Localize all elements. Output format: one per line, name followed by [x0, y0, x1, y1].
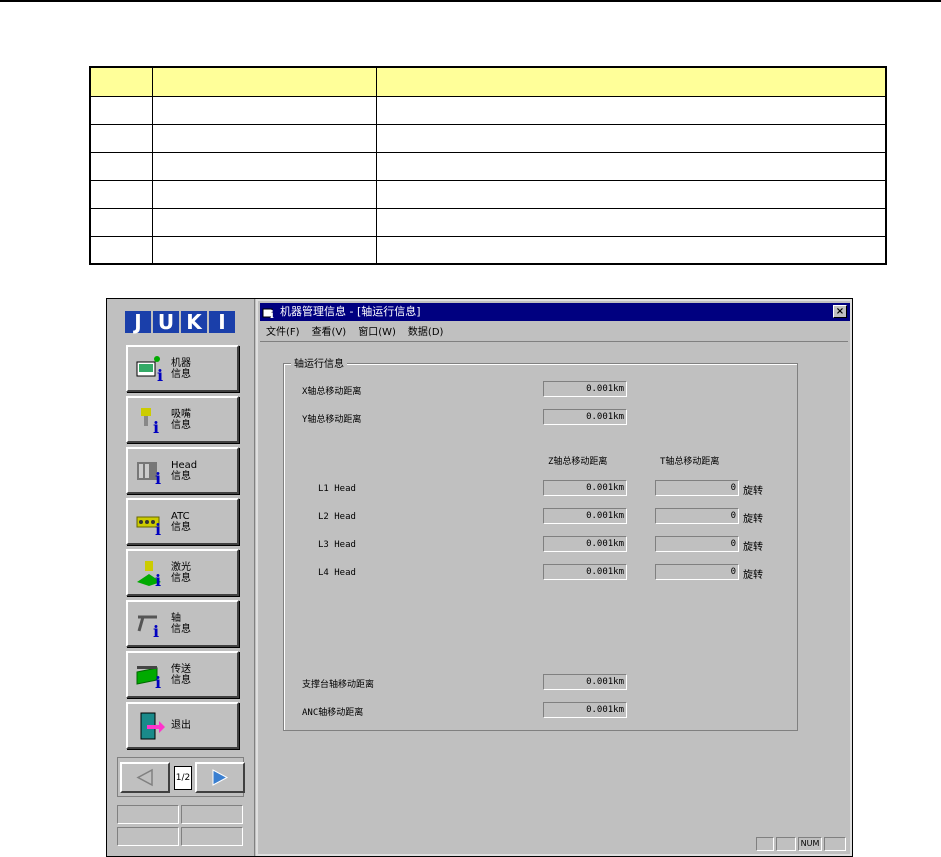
- z-axis-header: Z轴总移动距离: [548, 457, 608, 467]
- head-t-value: 0: [655, 564, 739, 580]
- head-label: L4 Head: [318, 568, 356, 578]
- main-window: i 机器管理信息 - [轴运行信息] × 文件(F) 查看(V) 窗口(W) 数…: [256, 299, 852, 856]
- head-z-value: 0.001km: [543, 536, 627, 552]
- head-z-value: 0.001km: [543, 564, 627, 580]
- nav-label: 轴 信息: [171, 612, 191, 635]
- svg-text:i: i: [270, 310, 274, 319]
- atc-info-icon: i: [135, 507, 165, 539]
- head-t-value: 0: [655, 536, 739, 552]
- arrow-left-icon: [136, 768, 153, 787]
- y-axis-label: Y轴总移动距离: [302, 415, 362, 425]
- support-axis-label: 支撑台轴移动距离: [302, 680, 375, 690]
- left-nav-panel: J U K I i 机器 信息 i 吸嘴 信息 i Head 信息 i ATC …: [107, 299, 255, 856]
- exit-icon: [135, 711, 165, 741]
- status-cell: [117, 805, 179, 824]
- close-button[interactable]: ×: [833, 305, 847, 318]
- close-icon: ×: [835, 306, 845, 317]
- rotation-unit: 旋转: [743, 486, 763, 497]
- head-z-value: 0.001km: [543, 480, 627, 496]
- status-cell: [181, 827, 243, 846]
- rotation-unit: 旋转: [743, 514, 763, 525]
- head-info-icon: i: [135, 456, 165, 488]
- top-rule: [0, 0, 941, 2]
- nav-label: 吸嘴 信息: [171, 408, 191, 431]
- nav-head-info-button[interactable]: i Head 信息: [126, 447, 239, 494]
- nozzle-info-icon: i: [135, 405, 165, 437]
- table-row: [89, 123, 887, 153]
- app-icon: i: [262, 308, 274, 319]
- y-axis-value: 0.001km: [543, 409, 627, 425]
- client-area: 轴运行信息 X轴总移动距离 0.001km Y轴总移动距离 0.001km Z轴…: [260, 341, 848, 836]
- status-bar: NUM: [260, 836, 848, 852]
- nav-label: 机器 信息: [171, 357, 191, 380]
- nav-label: Head 信息: [171, 459, 198, 482]
- head-label: L3 Head: [318, 540, 356, 550]
- table-row: [89, 207, 887, 237]
- nav-exit-button[interactable]: 退出: [126, 702, 239, 749]
- svg-text:i: i: [153, 622, 159, 639]
- table-row: [89, 95, 887, 125]
- arrow-right-icon: [212, 769, 229, 786]
- menu-view[interactable]: 查看(V): [312, 323, 347, 339]
- svg-text:i: i: [155, 520, 161, 537]
- reference-table: [89, 66, 887, 265]
- head-label: L2 Head: [318, 512, 356, 522]
- pager: 1/2: [117, 757, 245, 797]
- menu-file[interactable]: 文件(F): [266, 323, 300, 339]
- num-lock-indicator: NUM: [798, 837, 822, 851]
- prev-page-button[interactable]: [120, 762, 170, 793]
- nav-label: 退出: [171, 720, 191, 731]
- page-indicator: 1/2: [174, 766, 192, 790]
- table-header-row: [89, 66, 887, 97]
- group-title: 轴运行信息: [291, 355, 347, 370]
- head-label: L1 Head: [318, 484, 356, 494]
- status-cell: [181, 805, 243, 824]
- status-panel: [824, 837, 846, 851]
- nav-label: 激光 信息: [171, 561, 191, 584]
- nav-label: ATC 信息: [171, 510, 191, 533]
- nav-atc-info-button[interactable]: i ATC 信息: [126, 498, 239, 545]
- rotation-unit: 旋转: [743, 570, 763, 581]
- app-screenshot: J U K I i 机器 信息 i 吸嘴 信息 i Head 信息 i ATC …: [106, 298, 853, 857]
- x-axis-value: 0.001km: [543, 381, 627, 397]
- nav-laser-info-button[interactable]: i 激光 信息: [126, 549, 239, 596]
- menu-data[interactable]: 数据(D): [408, 323, 444, 339]
- machine-info-icon: i: [135, 354, 165, 385]
- svg-text:i: i: [155, 571, 161, 588]
- axis-info-icon: i: [135, 609, 165, 641]
- conveyor-info-icon: i: [135, 660, 165, 692]
- title-bar[interactable]: i 机器管理信息 - [轴运行信息] ×: [260, 303, 850, 321]
- window-title: 机器管理信息 - [轴运行信息]: [280, 305, 421, 318]
- svg-text:i: i: [157, 366, 163, 384]
- status-panel: [776, 837, 796, 851]
- laser-info-icon: i: [135, 558, 165, 590]
- svg-text:i: i: [155, 673, 161, 690]
- status-cell: [117, 827, 179, 846]
- nav-nozzle-info-button[interactable]: i 吸嘴 信息: [126, 396, 239, 443]
- table-row: [89, 151, 887, 181]
- nav-axis-info-button[interactable]: i 轴 信息: [126, 600, 239, 647]
- nav-machine-info-button[interactable]: i 机器 信息: [126, 345, 239, 392]
- anc-axis-value: 0.001km: [543, 702, 627, 718]
- t-axis-header: T轴总移动距离: [660, 457, 720, 467]
- menu-window[interactable]: 窗口(W): [358, 323, 396, 339]
- nav-conveyor-info-button[interactable]: i 传送 信息: [126, 651, 239, 698]
- head-z-value: 0.001km: [543, 508, 627, 524]
- status-panel: [756, 837, 774, 851]
- rotation-unit: 旋转: [743, 542, 763, 553]
- menu-bar: 文件(F) 查看(V) 窗口(W) 数据(D): [260, 323, 443, 339]
- svg-text:i: i: [153, 418, 159, 435]
- support-axis-value: 0.001km: [543, 674, 627, 690]
- anc-axis-label: ANC轴移动距离: [302, 708, 364, 718]
- table-row: [89, 179, 887, 209]
- bottom-status-cells: [117, 805, 244, 847]
- next-page-button[interactable]: [195, 762, 245, 793]
- head-t-value: 0: [655, 508, 739, 524]
- juki-logo: J U K I: [125, 311, 235, 333]
- nav-label: 传送 信息: [171, 663, 191, 686]
- svg-text:i: i: [155, 469, 161, 486]
- head-t-value: 0: [655, 480, 739, 496]
- table-row: [89, 235, 887, 265]
- x-axis-label: X轴总移动距离: [302, 387, 362, 397]
